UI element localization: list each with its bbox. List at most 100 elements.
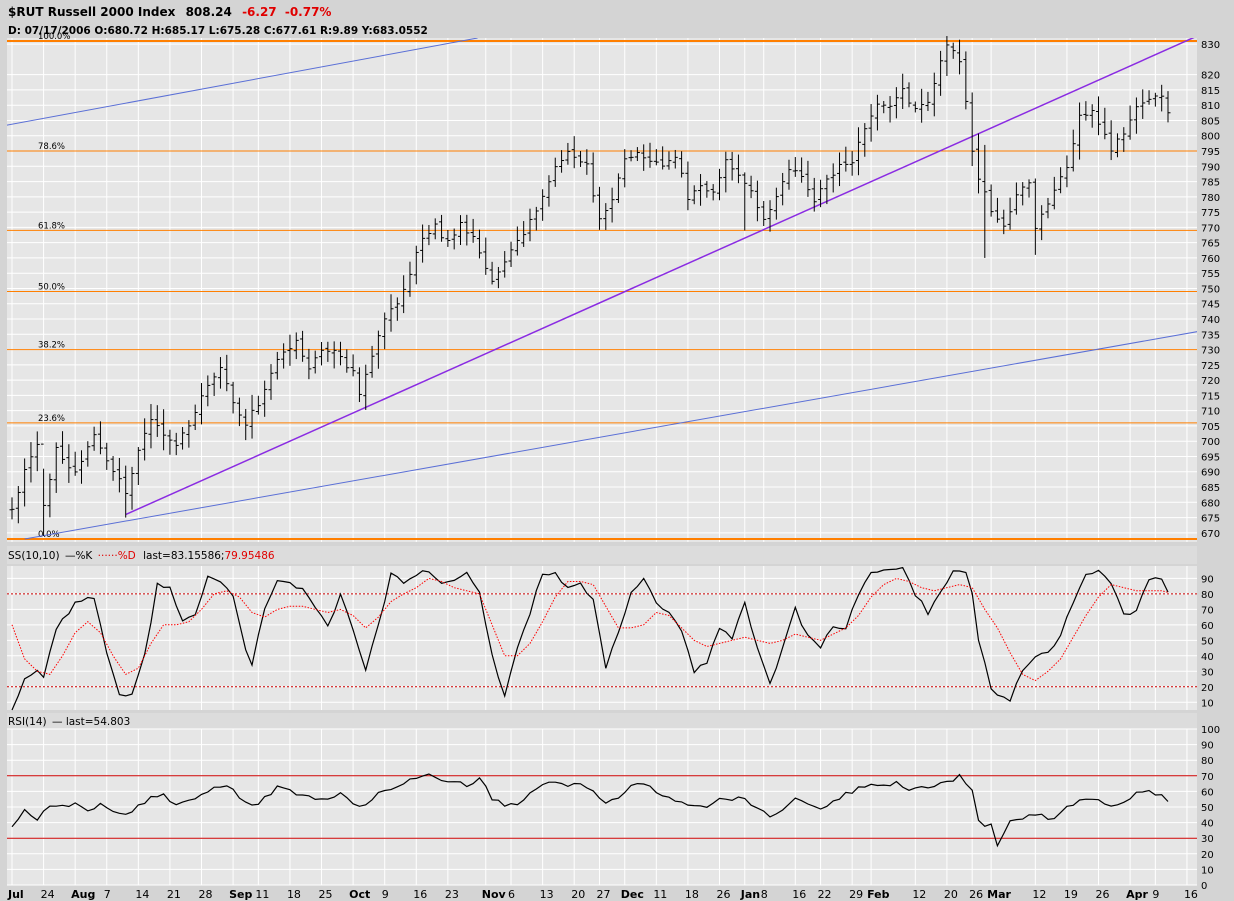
y-tick-label: 775 bbox=[1201, 208, 1220, 219]
y-tick-label: 100 bbox=[1201, 725, 1220, 736]
y-tick-label: 0 bbox=[1201, 881, 1207, 892]
price-change-pct: -0.77% bbox=[285, 5, 332, 19]
y-tick-label: 820 bbox=[1201, 71, 1220, 82]
x-tick-label: 6 bbox=[508, 888, 515, 901]
x-tick-label: 9 bbox=[1152, 888, 1159, 901]
stochastic-last-value: last=83.15586; bbox=[143, 550, 224, 562]
y-tick-label: 690 bbox=[1201, 468, 1220, 479]
x-tick-label: 11 bbox=[255, 888, 269, 901]
y-tick-label: 670 bbox=[1201, 529, 1220, 540]
y-tick-label: 90 bbox=[1201, 574, 1214, 585]
y-tick-label: 20 bbox=[1201, 683, 1214, 694]
x-tick-label: Oct bbox=[349, 888, 370, 901]
fib-level-label: 78.6% bbox=[38, 142, 65, 152]
y-tick-label: 60 bbox=[1201, 787, 1214, 798]
y-tick-label: 695 bbox=[1201, 452, 1220, 463]
y-tick-label: 805 bbox=[1201, 116, 1220, 127]
x-tick-label: Feb bbox=[867, 888, 890, 901]
x-tick-label: 14 bbox=[135, 888, 149, 901]
x-tick-label: 11 bbox=[653, 888, 667, 901]
y-tick-label: 800 bbox=[1201, 132, 1220, 143]
stochastic-panel: SS(10,10) —%K ······%D last=83.15586;79.… bbox=[7, 546, 1214, 711]
x-tick-label: 23 bbox=[445, 888, 459, 901]
y-tick-label: 70 bbox=[1201, 772, 1214, 783]
x-tick-label: 7 bbox=[104, 888, 111, 901]
stochastic-d-label: %D bbox=[118, 550, 136, 562]
y-tick-label: 10 bbox=[1201, 865, 1214, 876]
y-tick-label: 685 bbox=[1201, 483, 1220, 494]
y-tick-label: 675 bbox=[1201, 514, 1220, 525]
last-price: 808.24 bbox=[186, 5, 232, 19]
x-tick-label: Apr bbox=[1126, 888, 1148, 901]
x-tick-label: 19 bbox=[1064, 888, 1078, 901]
y-tick-label: 50 bbox=[1201, 636, 1214, 647]
x-tick-label: Sep bbox=[229, 888, 252, 901]
stochastic-indicator-name: SS(10,10) bbox=[8, 550, 60, 562]
fib-level-label: 100.0% bbox=[38, 32, 70, 42]
y-tick-label: 765 bbox=[1201, 239, 1220, 250]
x-tick-label: 24 bbox=[41, 888, 55, 901]
rsi-legend-bar bbox=[7, 713, 1197, 729]
y-tick-label: 750 bbox=[1201, 284, 1220, 295]
y-tick-label: 40 bbox=[1201, 819, 1214, 830]
y-tick-label: 720 bbox=[1201, 376, 1220, 387]
price-plot-area bbox=[7, 38, 1197, 542]
stochastic-y-axis: 10 20 30 40 50 60 70 80 90 bbox=[1201, 574, 1214, 709]
fib-level-label: 50.0% bbox=[38, 283, 65, 293]
y-tick-label: 40 bbox=[1201, 652, 1214, 663]
y-tick-label: 710 bbox=[1201, 407, 1220, 418]
y-tick-label: 70 bbox=[1201, 605, 1214, 616]
y-tick-label: 20 bbox=[1201, 850, 1214, 861]
x-tick-label: 20 bbox=[571, 888, 585, 901]
technical-chart: $RUT Russell 2000 Index 808.24 -6.27 -0.… bbox=[0, 0, 1234, 901]
x-tick-label: Nov bbox=[482, 888, 507, 901]
y-tick-label: 680 bbox=[1201, 498, 1220, 509]
y-tick-label: 810 bbox=[1201, 101, 1220, 112]
symbol-title: $RUT Russell 2000 Index bbox=[8, 5, 176, 19]
x-tick-label: 26 bbox=[969, 888, 983, 901]
fib-level-label: 23.6% bbox=[38, 414, 65, 424]
fib-level-label: 61.8% bbox=[38, 221, 65, 231]
x-tick-label: Aug bbox=[71, 888, 95, 901]
x-tick-label: 28 bbox=[199, 888, 213, 901]
price-panel: 670 675 680 685 690 695 700 705 710 715 720 725 730 7… bbox=[7, 32, 1220, 542]
y-tick-label: 715 bbox=[1201, 391, 1220, 402]
x-tick-label: 18 bbox=[685, 888, 699, 901]
stochastic-d-last-value: 79.95486 bbox=[224, 550, 274, 562]
y-tick-label: 790 bbox=[1201, 162, 1220, 173]
x-tick-label: 21 bbox=[167, 888, 181, 901]
y-tick-label: 795 bbox=[1201, 147, 1220, 158]
y-tick-label: 730 bbox=[1201, 346, 1220, 357]
y-tick-label: 80 bbox=[1201, 590, 1214, 601]
y-tick-label: 740 bbox=[1201, 315, 1220, 326]
x-tick-label: 8 bbox=[761, 888, 768, 901]
y-tick-label: 80 bbox=[1201, 756, 1214, 767]
y-tick-label: 815 bbox=[1201, 86, 1220, 97]
stochastic-plot-area bbox=[7, 566, 1197, 710]
x-tick-label: Mar bbox=[987, 888, 1011, 901]
fib-level-label: 38.2% bbox=[38, 341, 65, 351]
y-tick-label: 780 bbox=[1201, 193, 1220, 204]
x-tick-label: Jan bbox=[740, 888, 760, 901]
y-tick-label: 760 bbox=[1201, 254, 1220, 265]
x-tick-label: 20 bbox=[944, 888, 958, 901]
y-tick-label: 725 bbox=[1201, 361, 1220, 372]
y-tick-label: 830 bbox=[1201, 40, 1220, 51]
y-tick-label: 745 bbox=[1201, 300, 1220, 311]
x-tick-label: 26 bbox=[1096, 888, 1110, 901]
rsi-last-value: last=54.803 bbox=[66, 716, 130, 728]
y-tick-label: 90 bbox=[1201, 741, 1214, 752]
y-tick-label: 755 bbox=[1201, 269, 1220, 280]
y-tick-label: 60 bbox=[1201, 621, 1214, 632]
x-tick-label: 27 bbox=[596, 888, 610, 901]
rsi-legend: RSI(14) — last=54.803 bbox=[8, 716, 130, 728]
y-tick-label: 735 bbox=[1201, 330, 1220, 341]
x-tick-label: 16 bbox=[792, 888, 806, 901]
x-tick-label: 25 bbox=[319, 888, 333, 901]
y-tick-label: 705 bbox=[1201, 422, 1220, 433]
x-tick-label: 9 bbox=[382, 888, 389, 901]
y-tick-label: 30 bbox=[1201, 834, 1214, 845]
y-tick-label: 50 bbox=[1201, 803, 1214, 814]
x-tick-label: Dec bbox=[621, 888, 644, 901]
y-tick-label: 30 bbox=[1201, 667, 1214, 678]
